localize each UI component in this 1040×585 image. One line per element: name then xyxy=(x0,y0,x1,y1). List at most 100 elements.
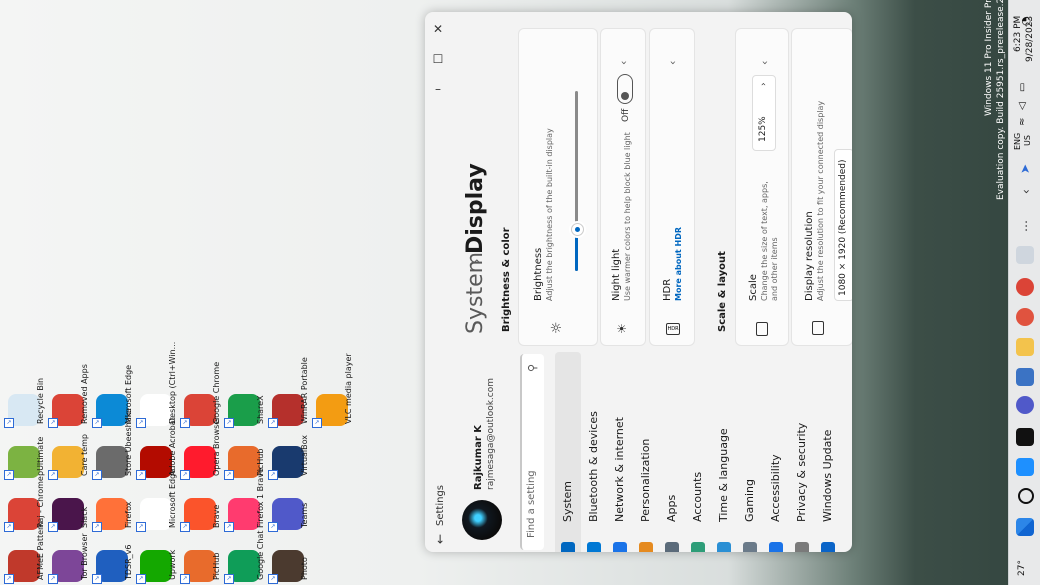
pen-icon[interactable]: ➤ xyxy=(1018,164,1032,174)
desktop-icon-recycle-bin[interactable]: ↗ Recycle Bin xyxy=(4,378,48,428)
desktop-icon-teams[interactable]: ↗ Teams xyxy=(268,484,312,532)
night-light-title: Night light xyxy=(611,248,622,301)
desktop-icon-cat[interactable]: ↗ Photo xyxy=(268,536,312,584)
teams-app-icon[interactable] xyxy=(1016,396,1034,414)
chevron-icon[interactable]: ‹ xyxy=(1019,189,1033,194)
minimize-icon[interactable]: – xyxy=(429,80,447,98)
settings-window: ✕ ☐ – ← Settings Rajkumar K rajmesaga@ou… xyxy=(425,12,852,552)
chrome-app-icon[interactable] xyxy=(1016,278,1034,296)
desktop-icon-winrar[interactable]: ↗ WinRAR Portable xyxy=(268,357,312,428)
lang-primary[interactable]: ENG xyxy=(1013,133,1022,150)
back-icon[interactable]: ← xyxy=(433,534,447,544)
sidebar-item-gaming[interactable]: Gaming xyxy=(737,352,763,552)
shortcut-arrow-icon: ↗ xyxy=(136,418,146,428)
sidebar-item-bluetooth-devices[interactable]: Bluetooth & devices xyxy=(581,352,607,552)
desktop-icon-vbox[interactable]: ↗ VirtualBox xyxy=(268,432,312,480)
sidebar-item-personalization[interactable]: Personalization xyxy=(633,352,659,552)
desktop-icon-vlc[interactable]: ↗ VLC media player xyxy=(312,353,356,428)
nav-list: System Bluetooth & devices Network & inter… xyxy=(555,352,845,552)
shortcut-arrow-icon: ↗ xyxy=(48,418,58,428)
scale-dropdown[interactable]: 125% › xyxy=(752,75,776,151)
desktop-icon-acrobat-patt[interactable]: ↗ AFMeE Pattern xyxy=(4,521,48,584)
desktop-icon-brave[interactable]: ↗ Brave xyxy=(180,484,224,532)
desktop-icon-gchat[interactable]: ↗ Google Chat xyxy=(224,531,268,584)
desktop-icon-firefox[interactable]: ↗ Firefox xyxy=(92,484,136,532)
desktop-icon-edge2[interactable]: ↗ Microsoft Edge xyxy=(136,469,180,532)
desktop-icon-care[interactable]: ↗ Care temp xyxy=(48,432,92,480)
avatar[interactable] xyxy=(462,500,502,540)
start-icon[interactable] xyxy=(1016,518,1034,536)
search-taskbar-icon[interactable] xyxy=(1018,488,1034,504)
desktop-icon-upwork[interactable]: ↗ Upwork xyxy=(136,536,180,584)
chevron-up-icon-hdr[interactable]: ‹ xyxy=(666,61,679,65)
volume-icon[interactable]: ◁ xyxy=(1017,102,1028,110)
night-light-state: Off xyxy=(621,108,631,122)
shortcut-arrow-icon: ↗ xyxy=(136,574,146,584)
desktop-icon-label: Firefox xyxy=(124,501,133,528)
breadcrumb-parent[interactable]: System xyxy=(463,252,488,334)
sidebar-item-label: Bluetooth & devices xyxy=(587,411,600,522)
shortcut-arrow-icon: ↗ xyxy=(4,470,14,480)
word-icon[interactable] xyxy=(1016,368,1034,386)
shortcut-arrow-icon: ↗ xyxy=(48,470,58,480)
desktop-icon-tor[interactable]: ↗ Tor Browser xyxy=(48,533,92,584)
shortcut-arrow-icon: ↗ xyxy=(224,522,234,532)
desktop-icon-label: Firefox 1 Brave xyxy=(256,468,265,528)
desktop-icon-label: Slack xyxy=(80,506,89,528)
more-icon[interactable]: ⋯ xyxy=(1019,220,1033,232)
desktop-icon-pichub[interactable]: ↗ PicHub xyxy=(180,536,224,584)
sidebar-item-network-internet[interactable]: Network & internet xyxy=(607,352,633,552)
shortcut-arrow-icon: ↗ xyxy=(92,522,102,532)
desktop-icon-tdsr[interactable]: ↗ TDSR_v6 xyxy=(92,536,136,584)
shortcut-arrow-icon: ↗ xyxy=(92,418,102,428)
notification-icon[interactable]: ◔ xyxy=(1019,16,1032,26)
user-name: Rajkumar K xyxy=(473,425,484,490)
sidebar-item-accessibility[interactable]: Accessibility xyxy=(763,352,789,552)
sidebar-item-label: Time & language xyxy=(717,428,730,522)
settings-app-icon[interactable] xyxy=(1016,246,1034,264)
desktop-icon-slack[interactable]: ↗ Slack xyxy=(48,484,92,532)
terminal-icon[interactable] xyxy=(1016,428,1034,446)
sidebar-item-system[interactable]: System xyxy=(555,352,581,552)
desktop-icon-edge3[interactable]: ↗ ShareX xyxy=(224,380,268,428)
battery-icon[interactable]: ▭ xyxy=(1017,83,1028,92)
shortcut-arrow-icon: ↗ xyxy=(268,418,278,428)
night-light-toggle[interactable] xyxy=(617,74,633,104)
desktop-icon-opera[interactable]: ↗ Opera Browser xyxy=(180,417,224,480)
globe-icon xyxy=(717,542,731,552)
night-light-card[interactable]: ☀ Night light Use warmer colors to help … xyxy=(600,28,646,346)
weather-temp[interactable]: 27° xyxy=(1017,560,1027,576)
resolution-dropdown[interactable]: 1080 × 1920 (Recommended) xyxy=(834,149,852,301)
shortcut-arrow-icon: ↗ xyxy=(48,522,58,532)
shortcut-arrow-icon: ↗ xyxy=(224,574,234,584)
scale-desc: Change the size of text, apps, and other… xyxy=(760,181,779,301)
window-title: Settings xyxy=(435,484,446,526)
hdr-link[interactable]: More about HDR xyxy=(674,227,683,301)
close-icon[interactable]: ✕ xyxy=(429,20,447,38)
chrome-profile-icon[interactable] xyxy=(1016,308,1034,326)
chevron-up-icon[interactable]: ‹ xyxy=(617,61,630,65)
section-scale-layout: Scale & layout xyxy=(717,251,728,332)
file-explorer-icon[interactable] xyxy=(1016,338,1034,356)
search-input[interactable]: Find a setting ⚲ xyxy=(520,354,544,550)
hdr-card[interactable]: HDR HDR More about HDR ‹ xyxy=(649,28,695,346)
sidebar-item-time-language[interactable]: Time & language xyxy=(711,352,737,552)
desktop-icon-firefox2[interactable]: ↗ Firefox 1 Brave xyxy=(224,468,268,532)
brightness-slider[interactable] xyxy=(571,91,584,271)
sidebar-item-apps[interactable]: Apps xyxy=(659,352,685,552)
sidebar-item-windows-update[interactable]: Windows Update xyxy=(815,352,841,552)
sidebar-item-accounts[interactable]: Accounts xyxy=(685,352,711,552)
desktop-icon-label: AFMeE Pattern xyxy=(36,521,45,580)
desktop-icon-ultimate[interactable]: ↗ pUltimate xyxy=(4,432,48,480)
desktop-icon-label: WinRAR Portable xyxy=(300,357,309,424)
sidebar-item-privacy-security[interactable]: Privacy & security xyxy=(789,352,815,552)
wifi-icon[interactable]: ≈ xyxy=(1017,118,1028,126)
lang-secondary[interactable]: US xyxy=(1023,135,1032,146)
desktop-icon-chrome2[interactable]: ↗ Removed Apps xyxy=(48,364,92,428)
wifi-icon xyxy=(613,542,627,552)
maximize-icon[interactable]: ☐ xyxy=(429,50,447,68)
store-icon[interactable] xyxy=(1016,458,1034,476)
desktop-icon-store[interactable]: ↗ Store Ubeeshake xyxy=(92,408,136,480)
shortcut-arrow-icon: ↗ xyxy=(312,418,322,428)
chevron-up-icon-scale[interactable]: ‹ xyxy=(758,61,771,65)
